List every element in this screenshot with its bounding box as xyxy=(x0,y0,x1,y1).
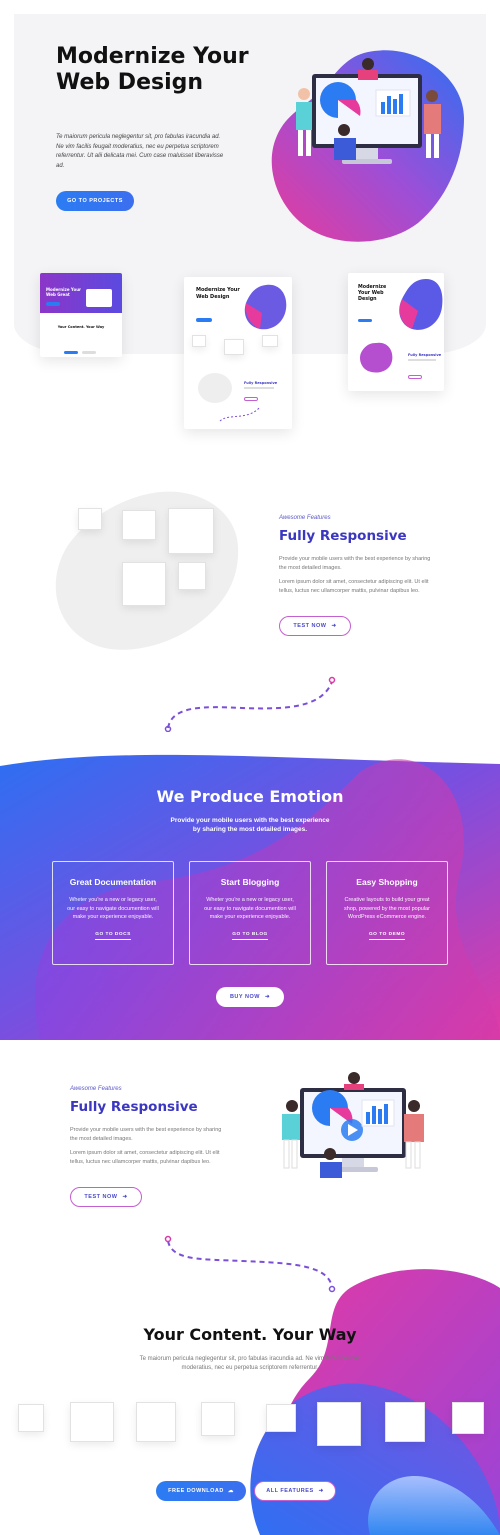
feature2-test-now-button[interactable]: TEST NOW ➜ xyxy=(70,1187,142,1207)
mockup-center-button xyxy=(196,318,212,322)
feature1-eyebrow: Awesome Features xyxy=(279,515,331,521)
feature2-eyebrow: Awesome Features xyxy=(70,1086,122,1092)
arrow-right-icon: ➜ xyxy=(122,1194,128,1200)
content-wire-8 xyxy=(452,1402,484,1434)
card-start-blogging: Start Blogging Wheter you're a new or le… xyxy=(189,861,311,965)
go-to-docs-link[interactable]: GO TO DOCS xyxy=(95,932,131,940)
free-download-button[interactable]: FREE DOWNLOAD ☁ xyxy=(156,1481,246,1501)
all-features-label: ALL FEATURES xyxy=(266,1488,314,1494)
dashed-connector-1 xyxy=(164,676,336,732)
content-wire-4 xyxy=(201,1402,235,1436)
card-title: Great Documentation xyxy=(69,877,157,887)
emotion-title: We Produce Emotion xyxy=(156,787,344,806)
mockup-right-feature: Fully Responsive xyxy=(408,353,442,357)
cloud-download-icon: ☁ xyxy=(227,1488,234,1494)
content-wire-5 xyxy=(266,1404,296,1432)
mockup-right-button xyxy=(358,319,372,322)
go-to-projects-label: GO TO PROJECTS xyxy=(67,198,123,204)
feature2-illustration xyxy=(282,1072,424,1178)
content-wire-2 xyxy=(70,1402,114,1442)
mockup-center-wire-2 xyxy=(224,339,244,355)
arrow-right-icon: ➜ xyxy=(264,994,271,1000)
mockup-center-blob xyxy=(244,284,287,330)
hero-title: Modernize Your Web Design xyxy=(56,44,249,95)
card-easy-shopping: Easy Shopping Creative layouts to build … xyxy=(326,861,448,965)
mockup-left-subtitle: Your Content. Your Way xyxy=(57,325,105,329)
card-text: Wheter you're a new or legacy user, our … xyxy=(67,897,159,920)
feature2-text-1: Provide your mobile users with the best … xyxy=(70,1127,222,1142)
buy-now-button[interactable]: BUY NOW ➜ xyxy=(216,987,284,1007)
feature-wire-1 xyxy=(78,508,102,530)
feature1-title: Fully Responsive xyxy=(279,528,407,544)
card-text: Creative layouts to build your great sho… xyxy=(344,897,430,920)
mockup-center-outline-btn xyxy=(244,397,258,401)
feature-wire-2 xyxy=(122,510,156,540)
emotion-subtitle: Provide your mobile users with the best … xyxy=(170,817,330,833)
card-title: Easy Shopping xyxy=(356,877,418,887)
mockup-left-title: Modernize Your Web Great xyxy=(46,287,82,297)
mockup-card-left: Modernize Your Web Great Your Content. Y… xyxy=(40,273,122,357)
go-to-projects-button[interactable]: GO TO PROJECTS xyxy=(56,191,134,211)
mockup-right-small-blob xyxy=(360,342,393,373)
feature2-button-label: TEST NOW xyxy=(84,1194,118,1200)
mockup-card-center: Modernize Your Web Design Fully Responsi… xyxy=(184,277,292,429)
content-wire-7 xyxy=(385,1402,425,1442)
feature2-title: Fully Responsive xyxy=(70,1099,198,1115)
buy-now-label: BUY NOW xyxy=(229,994,260,1000)
all-features-button[interactable]: ALL FEATURES ➜ xyxy=(254,1481,336,1501)
content-title: Your Content. Your Way xyxy=(143,1325,357,1344)
mockup-center-feature: Fully Responsive xyxy=(244,381,278,385)
feature1-text-2: Lorem ipsum dolor sit amet, consectetur … xyxy=(279,579,429,594)
mockup-left-btn1 xyxy=(64,351,78,354)
feature2-text-2: Lorem ipsum dolor sit amet, consectetur … xyxy=(70,1150,220,1165)
card-great-documentation: Great Documentation Wheter you're a new … xyxy=(52,861,174,965)
free-download-label: FREE DOWNLOAD xyxy=(168,1488,224,1494)
mockup-right-outline-btn xyxy=(408,375,422,379)
feature1-button-label: TEST NOW xyxy=(293,623,327,629)
mockup-center-text-line xyxy=(244,387,274,389)
content-wire-6 xyxy=(317,1402,361,1446)
content-wire-3 xyxy=(136,1402,176,1442)
mockup-center-title: Modernize Your Web Design xyxy=(196,287,240,300)
feature1-test-now-button[interactable]: TEST NOW ➜ xyxy=(279,616,351,636)
arrow-right-icon: ➜ xyxy=(318,1488,324,1494)
feature-wire-3 xyxy=(168,508,214,554)
feature-wire-5 xyxy=(178,562,206,590)
mockup-left-image xyxy=(86,289,112,307)
mockup-left-button xyxy=(46,302,60,306)
feature1-text-1: Provide your mobile users with the best … xyxy=(279,556,431,571)
mockup-left-btn2 xyxy=(82,351,96,354)
mockup-center-wire-3 xyxy=(262,335,278,347)
mockup-center-gray-blob xyxy=(198,373,232,403)
mockup-center-wire-1 xyxy=(192,335,206,347)
go-to-blog-link[interactable]: GO TO BLOG xyxy=(232,932,268,940)
mockup-right-text-line xyxy=(408,359,436,361)
mockup-right-blob xyxy=(399,279,443,330)
mockup-right-title: Modernize Your Web Design xyxy=(358,285,387,302)
content-wire-1 xyxy=(18,1404,44,1432)
mockup-card-right: Modernize Your Web Design Fully Responsi… xyxy=(348,273,444,391)
card-title: Start Blogging xyxy=(220,877,280,887)
mockup-center-dashed-path xyxy=(219,406,261,422)
hero-text: Te maiorum pericula neglegentur sit, pro… xyxy=(56,134,224,169)
go-to-demo-link[interactable]: GO TO DEMO xyxy=(368,932,406,940)
hero-illustration xyxy=(271,50,464,242)
arrow-right-icon: ➜ xyxy=(331,623,337,629)
content-text: Te maiorum pericula neglegentur sit, pro… xyxy=(139,1356,361,1371)
feature-wire-4 xyxy=(122,562,166,606)
card-text: Wheter you're a new or legacy user, our … xyxy=(204,897,296,920)
